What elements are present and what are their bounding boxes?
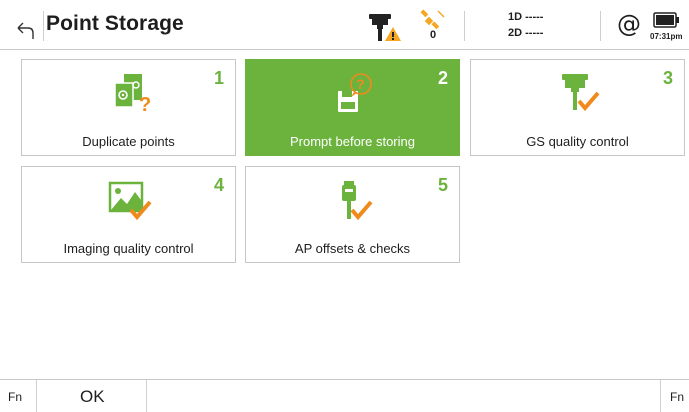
tile-label: Prompt before storing <box>289 134 415 149</box>
tile-ap-offsets-checks[interactable]: 5 AP offsets & checks <box>245 166 460 263</box>
ok-button[interactable]: OK <box>80 387 105 407</box>
tile-label: Imaging quality control <box>63 241 194 256</box>
battery-icon[interactable] <box>653 12 681 28</box>
ap-offsets-icon <box>341 181 373 221</box>
footer-divider <box>660 380 661 412</box>
header-bar: Point Storage 0 1D ----- 2D ----- @ 07:3… <box>0 0 689 50</box>
footer-bar: Fn OK Fn <box>0 379 689 412</box>
header-divider <box>600 11 601 41</box>
tile-number: 2 <box>437 68 448 88</box>
gs-receiver-warning-icon[interactable] <box>365 11 405 43</box>
tile-number: 1 <box>213 68 224 88</box>
imaging-quality-icon <box>108 181 152 221</box>
tile-number: 4 <box>213 175 224 195</box>
tile-prompt-before-storing[interactable]: ? 2 Prompt before storing <box>245 59 460 156</box>
gs-quality-icon <box>561 74 600 112</box>
tile-number: 3 <box>662 68 673 88</box>
precision-2d: 2D ----- <box>508 27 544 39</box>
footer-divider <box>36 380 37 412</box>
tile-number: 5 <box>437 175 448 195</box>
prompt-store-icon: ? <box>337 73 372 112</box>
satellite-count: 0 <box>430 29 437 41</box>
fn-right-button[interactable]: Fn <box>670 390 684 404</box>
precision-1d: 1D ----- <box>508 11 544 23</box>
tile-imaging-quality-control[interactable]: 4 Imaging quality control <box>21 166 236 263</box>
at-icon[interactable]: @ <box>617 10 641 38</box>
header-divider <box>43 11 44 41</box>
fn-left-button[interactable]: Fn <box>8 390 22 404</box>
tile-label: AP offsets & checks <box>294 241 411 256</box>
footer-divider <box>146 380 147 412</box>
svg-text:?: ? <box>139 94 151 115</box>
tile-duplicate-points[interactable]: ? 1 Duplicate points <box>21 59 236 156</box>
duplicate-points-icon: ? <box>113 74 151 115</box>
tile-label: GS quality control <box>526 134 629 149</box>
page-title: Point Storage <box>46 12 184 35</box>
svg-text:?: ? <box>356 76 365 92</box>
tile-gs-quality-control[interactable]: 3 GS quality control <box>470 59 685 156</box>
clock: 07:31pm <box>650 32 683 41</box>
back-icon[interactable] <box>14 20 36 42</box>
header-divider <box>464 11 465 41</box>
tile-label: Duplicate points <box>82 134 175 149</box>
